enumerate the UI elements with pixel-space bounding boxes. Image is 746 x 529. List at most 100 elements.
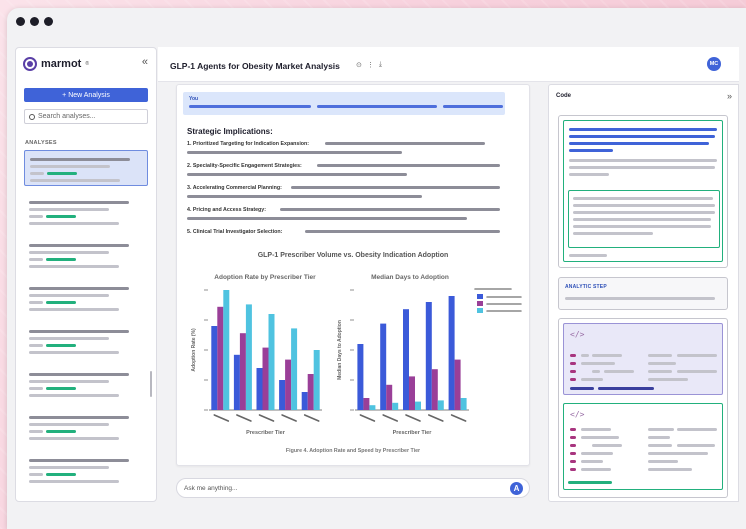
chart-bar <box>403 309 409 410</box>
info-icon[interactable]: ⊙ <box>356 61 362 69</box>
user-message: You <box>183 92 505 115</box>
chart-bar <box>217 306 224 410</box>
code-line <box>569 166 715 169</box>
code-line <box>581 378 603 381</box>
code-token <box>570 428 576 431</box>
y-axis-label: Adoption Rate (%) <box>191 328 197 372</box>
chart-bar <box>415 401 421 410</box>
analysis-line <box>29 244 129 247</box>
text-line <box>187 195 422 198</box>
user-message-line <box>443 105 503 108</box>
chart-title: GLP-1 Prescriber Volume vs. Obesity Indi… <box>257 252 449 259</box>
code-token <box>570 436 576 439</box>
analysis-line <box>29 287 129 290</box>
analysis-line <box>29 344 43 347</box>
chart-bar <box>380 323 387 410</box>
analytic-step-card[interactable]: ANALYTIC STEP <box>558 277 728 310</box>
chart-bar <box>245 304 252 410</box>
expand-panel-icon[interactable]: » <box>727 91 732 101</box>
search-input[interactable]: Search analyses... <box>24 109 148 124</box>
code-cells-card[interactable]: </> </> <box>558 318 728 498</box>
analysis-line <box>29 416 129 419</box>
legend-swatch <box>477 294 483 299</box>
avatar[interactable]: MC <box>707 57 721 71</box>
code-icon: </> <box>570 410 585 419</box>
x-tick-label <box>450 414 467 422</box>
analysis-line <box>29 373 129 376</box>
user-message-line <box>189 105 311 108</box>
analysis-line <box>29 308 119 311</box>
code-output-card[interactable] <box>558 115 728 268</box>
analysis-line <box>46 301 76 304</box>
chart-bar <box>357 344 364 410</box>
ask-placeholder: Ask me anything... <box>184 485 238 492</box>
x-tick-label <box>236 414 252 422</box>
x-tick-label <box>382 414 398 422</box>
analysis-item[interactable] <box>24 323 148 359</box>
send-icon[interactable]: A <box>510 482 523 495</box>
code-line <box>598 387 654 390</box>
analysis-item[interactable] <box>24 237 148 273</box>
analysis-item[interactable] <box>24 366 148 402</box>
analysis-line <box>30 179 120 182</box>
chart-bar <box>425 302 432 410</box>
legend-swatch <box>477 301 483 306</box>
analysis-line <box>29 351 119 354</box>
window-controls <box>16 17 53 26</box>
text-line <box>291 186 500 189</box>
brand: marmot ® <box>23 57 89 71</box>
implication-item: 1. Prioritized Targeting for Indication … <box>187 141 310 147</box>
analysis-item[interactable] <box>24 194 148 230</box>
code-line <box>648 468 692 471</box>
new-analysis-button[interactable]: + New Analysis <box>24 88 148 102</box>
code-line <box>569 173 609 176</box>
download-icon[interactable]: ⤓ <box>379 61 382 69</box>
code-panel-title: Code <box>556 93 571 99</box>
chart-bar <box>256 368 263 410</box>
status-line <box>568 481 612 484</box>
code-line <box>592 444 622 447</box>
more-icon[interactable]: ⋮ <box>367 61 374 69</box>
code-line <box>648 452 708 455</box>
implication-item: 4. Pricing and Access Strategy: <box>187 207 266 213</box>
text-line <box>305 230 500 233</box>
step-line <box>565 297 715 300</box>
code-cell[interactable]: </> <box>563 323 723 395</box>
x-tick-label <box>428 414 444 422</box>
chart-bar <box>291 328 298 410</box>
code-line <box>677 428 717 431</box>
code-token <box>570 460 576 463</box>
x-axis-label: Prescriber Tier <box>393 430 433 436</box>
x-tick-label <box>359 414 376 422</box>
analysis-line <box>29 394 119 397</box>
chart-figure: Adoption Rate by Prescriber Tier Prescrib… <box>191 274 522 436</box>
ask-input[interactable]: Ask me anything... A <box>176 478 530 498</box>
code-line <box>569 128 717 131</box>
analysis-item[interactable] <box>24 150 148 186</box>
chart-bar <box>285 359 292 410</box>
code-line <box>569 135 715 138</box>
header-icons: ⊙ ⋮ ⤓ <box>356 61 382 69</box>
analysis-item[interactable] <box>24 280 148 316</box>
sidebar-scrollbar[interactable] <box>150 371 152 397</box>
analysis-line <box>29 437 119 440</box>
brand-name: marmot <box>41 58 82 70</box>
code-line <box>648 444 672 447</box>
maximize-dot[interactable] <box>44 17 53 26</box>
code-cell[interactable]: </> <box>563 403 723 490</box>
code-token <box>570 452 576 455</box>
collapse-sidebar-icon[interactable]: « <box>142 56 148 68</box>
chart-bar <box>448 296 455 410</box>
minimize-dot[interactable] <box>30 17 39 26</box>
code-line <box>648 436 670 439</box>
chart-bar <box>392 402 399 410</box>
analysis-line <box>29 337 109 340</box>
chart-bar <box>268 314 275 410</box>
chart-bar <box>386 384 393 410</box>
close-dot[interactable] <box>16 17 25 26</box>
analysis-item[interactable] <box>24 452 148 488</box>
text-line <box>325 142 485 145</box>
analysis-item[interactable] <box>24 409 148 445</box>
chart-bar <box>437 400 444 410</box>
chart-bar <box>363 398 370 410</box>
